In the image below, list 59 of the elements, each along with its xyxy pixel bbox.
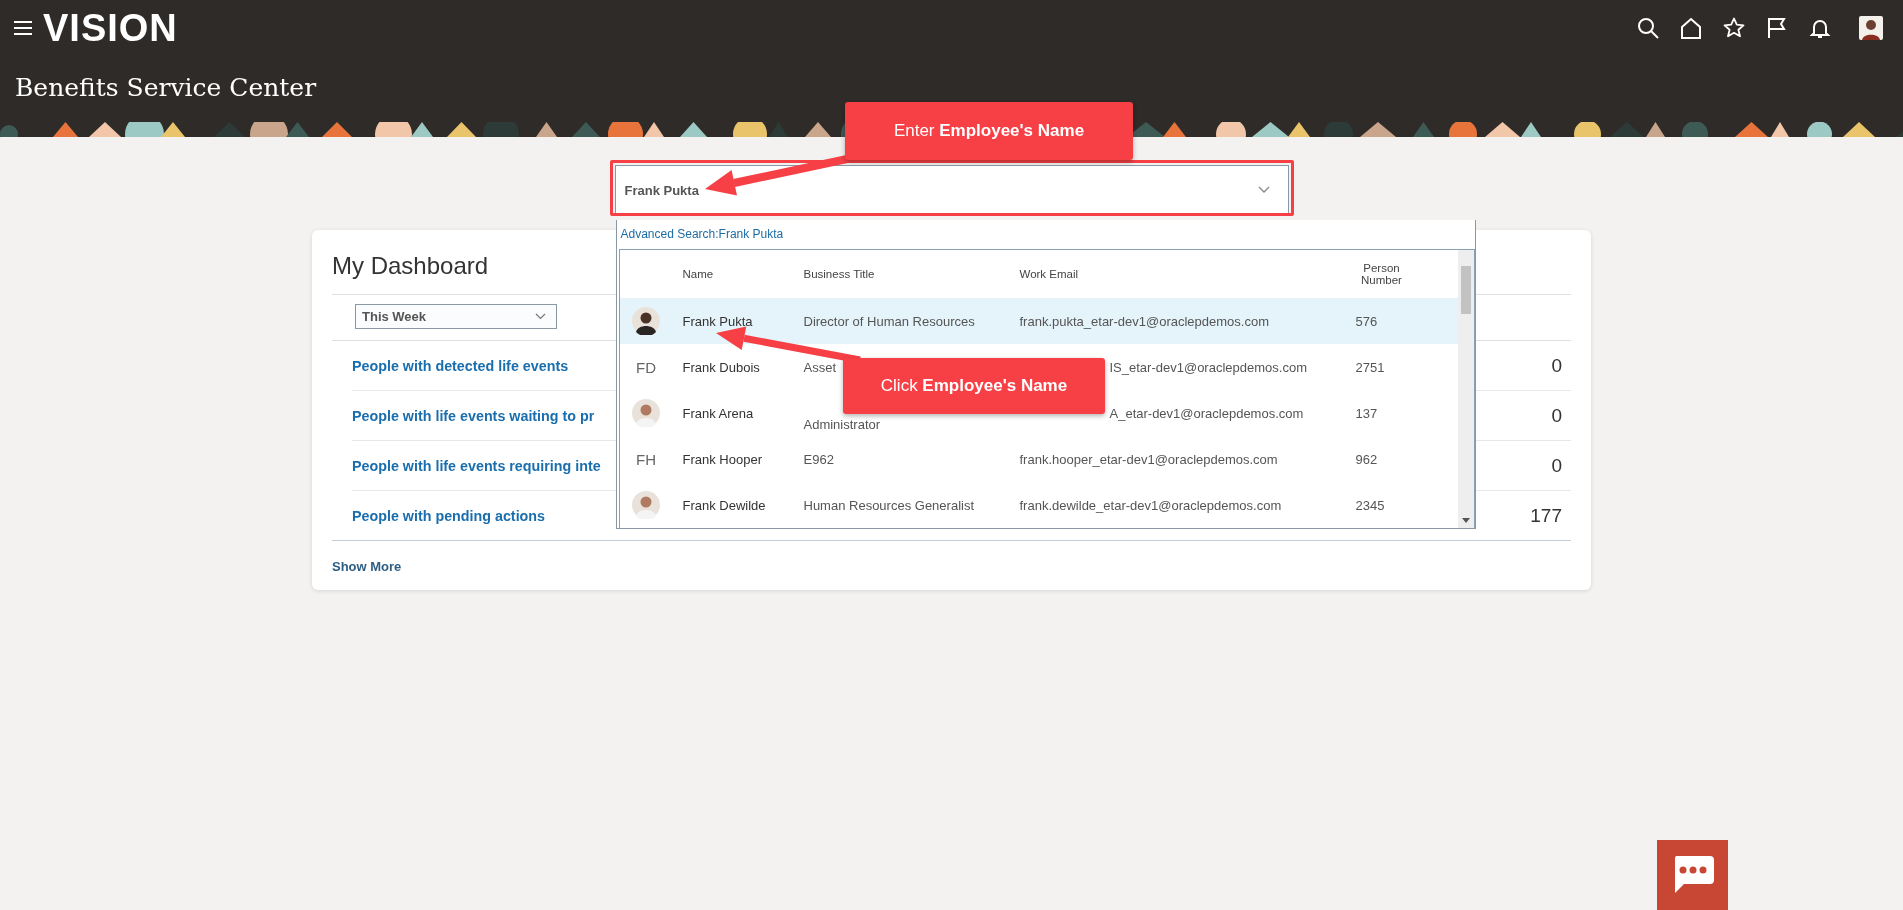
avatar-icon [632,307,660,335]
metric-link[interactable]: People with life events waiting to pr [352,407,595,424]
menu-icon[interactable] [14,21,32,35]
column-header: Name [682,268,715,280]
business-title: Human Resources Generalist [803,497,976,513]
work-email: A_etar-dev1@oraclepdemos.com [1108,405,1305,421]
employee-name: Frank Pukta [682,313,754,329]
employee-name: Frank Arena [682,405,755,421]
callout-tooltip: Enter Employee's Name [845,102,1133,160]
initials-avatar: FH [636,450,656,468]
metric-link[interactable]: People with detected life events [352,357,569,374]
avatar-icon [632,491,660,519]
search-icon[interactable] [1637,17,1659,39]
column-header: Work Email [1019,268,1080,280]
work-email: IS_etar-dev1@oraclepdemos.com [1108,359,1308,375]
avatar-icon[interactable] [1859,16,1883,40]
work-email: frank.pukta_etar-dev1@oraclepdemos.com [1019,313,1270,329]
metric-count: 0 [1551,454,1563,477]
employee-name: Frank Dewilde [682,497,767,513]
work-email: frank.hooper_etar-dev1@oraclepdemos.com [1019,451,1279,467]
metric-link[interactable]: People with life events requiring inte [352,457,601,474]
scroll-thumb[interactable] [1460,266,1471,314]
star-icon[interactable] [1723,17,1745,39]
business-title: Administrator [803,415,882,434]
column-header: Business Title [803,268,876,280]
person-number: 2345 [1355,497,1386,513]
callout-tooltip: Click Employee's Name [843,358,1105,414]
business-title: Asset [803,359,837,375]
chat-button[interactable] [1657,840,1728,910]
employee-name: Frank Hooper [682,451,763,467]
person-number: 962 [1355,451,1379,467]
column-header: Person Number [1360,262,1403,286]
person-number: 2751 [1355,359,1386,375]
page-title: Benefits Service Center [14,73,318,102]
advanced-search-link[interactable]: Advanced Search:Frank Pukta [616,220,1475,249]
show-more-link[interactable]: Show More [332,559,1571,574]
initials-avatar: FD [636,358,656,376]
person-number: 137 [1355,405,1379,421]
person-number: 576 [1355,313,1379,329]
avatar-icon [632,399,660,427]
work-email: frank.dewilde_etar-dev1@oraclepdemos.com [1019,497,1283,513]
chevron-icon [535,313,546,320]
logo[interactable]: VISION [43,6,178,50]
search-field[interactable]: Frank Pukta [614,165,1289,215]
employee-name: Frank Dubois [682,359,761,375]
business-title: Director of Human Resources [803,313,976,329]
selected-row[interactable]: Frank Pukta Director of Human Resources frank.pukta_etar-dev1@oraclepdemos.com 576 [619,298,1458,344]
period-select[interactable]: This Week [355,304,557,329]
business-title: E962 [803,451,835,467]
metric-count: 177 [1530,504,1563,527]
scroll-down-icon[interactable] [1461,518,1470,523]
metric-count: 0 [1551,404,1563,427]
flag-icon[interactable] [1766,17,1788,39]
metric-link[interactable]: People with pending actions [352,507,546,524]
chevron-icon [1257,186,1270,194]
bell-icon[interactable] [1809,17,1831,39]
scrollbar[interactable] [1457,250,1474,528]
metric-count: 0 [1551,354,1563,377]
home-icon[interactable] [1680,17,1702,39]
